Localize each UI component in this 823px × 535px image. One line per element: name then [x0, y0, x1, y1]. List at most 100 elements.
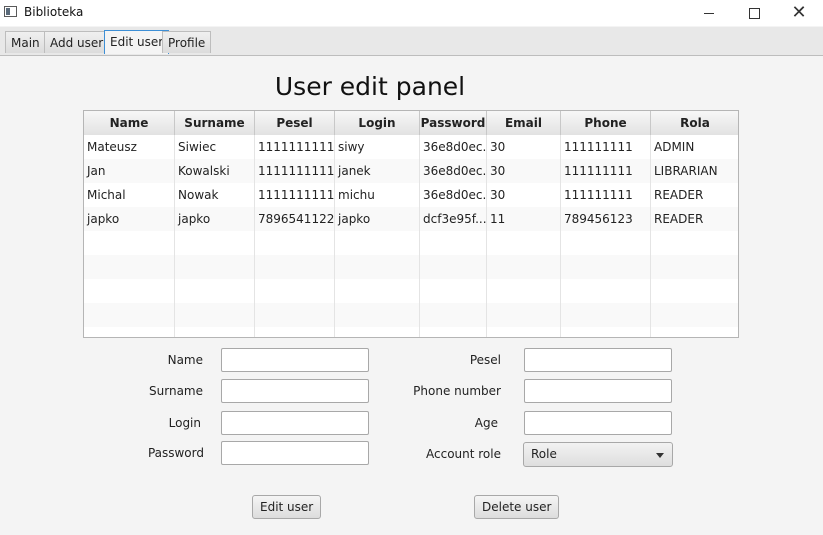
table-cell: 11111111111	[255, 183, 335, 207]
table-row[interactable]: japko japko 78965411223 japko dcf3e95f... 11 7…	[84, 207, 738, 231]
tab-bar: Main Add user Edit user Profile	[0, 27, 823, 56]
table-row[interactable]	[84, 255, 738, 279]
table-cell	[84, 279, 175, 303]
table-cell: japko	[335, 207, 420, 231]
table-cell	[487, 279, 561, 303]
table-cell	[651, 255, 738, 279]
table-row[interactable]	[84, 231, 738, 255]
table-cell	[255, 279, 335, 303]
age-label: Age	[474, 416, 498, 430]
name-field[interactable]	[221, 348, 369, 372]
table-row[interactable]	[84, 279, 738, 303]
account-role-label: Account role	[426, 447, 501, 461]
table-cell	[175, 279, 255, 303]
table-cell	[335, 279, 420, 303]
table-cell	[651, 279, 738, 303]
name-label: Name	[167, 353, 203, 367]
table-cell: siwy	[335, 135, 420, 159]
table-cell: Siwiec	[175, 135, 255, 159]
users-table[interactable]: Name Surname Pesel Login Password Email …	[83, 110, 739, 338]
table-cell: 111111111	[561, 183, 651, 207]
column-header-phone[interactable]: Phone number	[561, 111, 651, 154]
tab-profile[interactable]: Profile	[162, 31, 212, 53]
table-cell	[487, 303, 561, 327]
table-cell	[335, 303, 420, 327]
table-cell: michu	[335, 183, 420, 207]
table-cell	[84, 303, 175, 327]
maximize-icon[interactable]	[731, 0, 777, 26]
column-header-login[interactable]: Login	[335, 111, 420, 135]
table-cell: 78965411223	[255, 207, 335, 231]
tab-edit-user[interactable]: Edit user	[104, 30, 170, 54]
phone-number-field[interactable]	[524, 379, 672, 403]
table-cell	[561, 327, 651, 337]
table-cell	[84, 327, 175, 337]
tab-add-user[interactable]: Add user	[44, 31, 110, 53]
login-label: Login	[168, 416, 201, 430]
table-cell	[561, 279, 651, 303]
column-header-surname[interactable]: Surname	[175, 111, 255, 135]
phone-number-label: Phone number	[413, 384, 501, 398]
table-cell: 30	[487, 183, 561, 207]
column-header-name[interactable]: Name	[84, 111, 175, 135]
table-cell	[561, 255, 651, 279]
table-cell	[255, 327, 335, 337]
tab-main[interactable]: Main	[5, 31, 46, 53]
window-title: Biblioteka	[24, 5, 84, 19]
table-cell: LIBRARIAN	[651, 159, 738, 183]
login-field[interactable]	[221, 411, 369, 435]
table-cell	[487, 255, 561, 279]
table-cell: 789456123	[561, 207, 651, 231]
table-row[interactable]: Michal Nowak 11111111111 michu 36e8d0ec... 30…	[84, 183, 738, 207]
account-role-select[interactable]: Role	[523, 442, 673, 467]
table-cell	[561, 231, 651, 255]
table-cell	[175, 255, 255, 279]
column-header-password[interactable]: Password	[420, 111, 487, 135]
table-cell: Jan	[84, 159, 175, 183]
page-title: User edit panel	[274, 72, 466, 101]
table-cell	[420, 231, 487, 255]
table-cell	[651, 231, 738, 255]
table-cell	[561, 303, 651, 327]
table-cell: Kowalski	[175, 159, 255, 183]
table-cell: 11111111111	[255, 135, 335, 159]
table-cell	[420, 279, 487, 303]
table-cell	[335, 327, 420, 337]
table-cell	[651, 303, 738, 327]
table-cell	[255, 231, 335, 255]
table-cell: READER	[651, 183, 738, 207]
table-row[interactable]: Mateusz Siwiec 11111111111 siwy 36e8d0ec... 3…	[84, 135, 738, 159]
close-icon[interactable]: ✕	[776, 0, 822, 26]
password-label: Password	[147, 446, 204, 460]
column-header-email[interactable]: Email	[487, 111, 561, 135]
table-cell: japko	[175, 207, 255, 231]
table-cell	[175, 231, 255, 255]
delete-user-button[interactable]: Delete user	[474, 495, 560, 519]
edit-user-button[interactable]: Edit user	[252, 495, 322, 519]
table-header: Name Surname Pesel Login Password Email …	[84, 111, 738, 154]
table-cell	[420, 327, 487, 337]
age-field[interactable]	[524, 411, 672, 435]
table-cell	[175, 303, 255, 327]
column-header-role[interactable]: Rola	[651, 111, 738, 135]
table-cell	[420, 303, 487, 327]
table-row[interactable]	[84, 303, 738, 327]
table-row[interactable]: Jan Kowalski 11111111111 janek 36e8d0ec... 30…	[84, 159, 738, 183]
minimize-icon[interactable]	[686, 0, 732, 26]
table-cell: 11111111111	[255, 159, 335, 183]
table-row[interactable]	[84, 327, 738, 337]
table-cell: Michal	[84, 183, 175, 207]
pesel-field[interactable]	[524, 348, 672, 372]
app-icon	[4, 6, 17, 17]
table-cell	[420, 255, 487, 279]
table-cell: japko	[84, 207, 175, 231]
table-cell	[335, 255, 420, 279]
title-bar: Biblioteka ✕	[0, 0, 823, 26]
table-cell: dcf3e95f...	[420, 207, 487, 231]
surname-field[interactable]	[221, 379, 369, 403]
table-cell: ADMIN	[651, 135, 738, 159]
table-cell	[487, 327, 561, 337]
table-cell	[335, 231, 420, 255]
password-field[interactable]	[221, 441, 369, 465]
column-header-pesel[interactable]: Pesel	[255, 111, 335, 135]
